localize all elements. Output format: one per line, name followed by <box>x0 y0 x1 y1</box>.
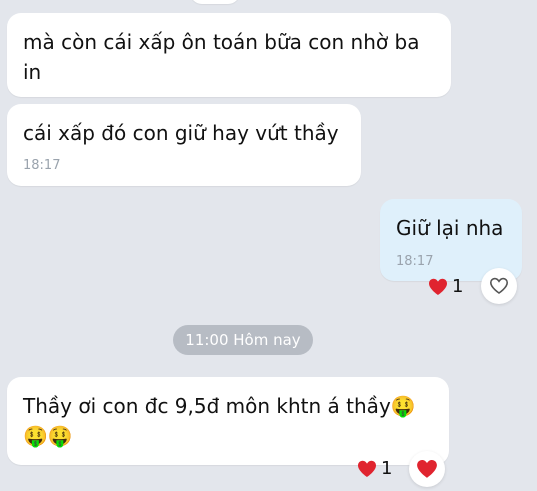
message-bubble-incoming[interactable]: mà còn cái xấp ôn toán bữa con nhờ ba in <box>7 13 451 97</box>
message-text: Giữ lại nha <box>396 216 504 240</box>
partial-top-bubble <box>190 0 240 4</box>
message-bubble-incoming[interactable]: cái xấp đó con giữ hay vứt thầy 18:17 <box>7 104 361 186</box>
reaction-button-active[interactable] <box>409 451 445 487</box>
heart-outline-icon <box>489 277 509 294</box>
message-time: 18:17 <box>396 254 434 269</box>
add-reaction-button[interactable] <box>481 268 517 304</box>
reaction-count: 1 <box>381 458 393 479</box>
reaction-count: 1 <box>452 276 464 297</box>
message-text: Thầy ơi con đc 9,5đ môn khtn á thầy🤑 🤑🤑 <box>23 394 416 448</box>
reaction-summary[interactable]: 1 <box>357 458 392 479</box>
heart-icon <box>417 459 437 478</box>
reaction-summary[interactable]: 1 <box>428 276 463 297</box>
message-time: 18:17 <box>23 158 61 173</box>
message-bubble-incoming[interactable]: Thầy ơi con đc 9,5đ môn khtn á thầy🤑 🤑🤑 <box>7 377 449 465</box>
message-text: mà còn cái xấp ôn toán bữa con nhờ ba in <box>23 30 420 84</box>
heart-icon <box>358 460 376 477</box>
date-divider: 11:00 Hôm nay <box>173 325 313 355</box>
heart-icon <box>429 278 447 295</box>
message-text: cái xấp đó con giữ hay vứt thầy <box>23 121 339 145</box>
